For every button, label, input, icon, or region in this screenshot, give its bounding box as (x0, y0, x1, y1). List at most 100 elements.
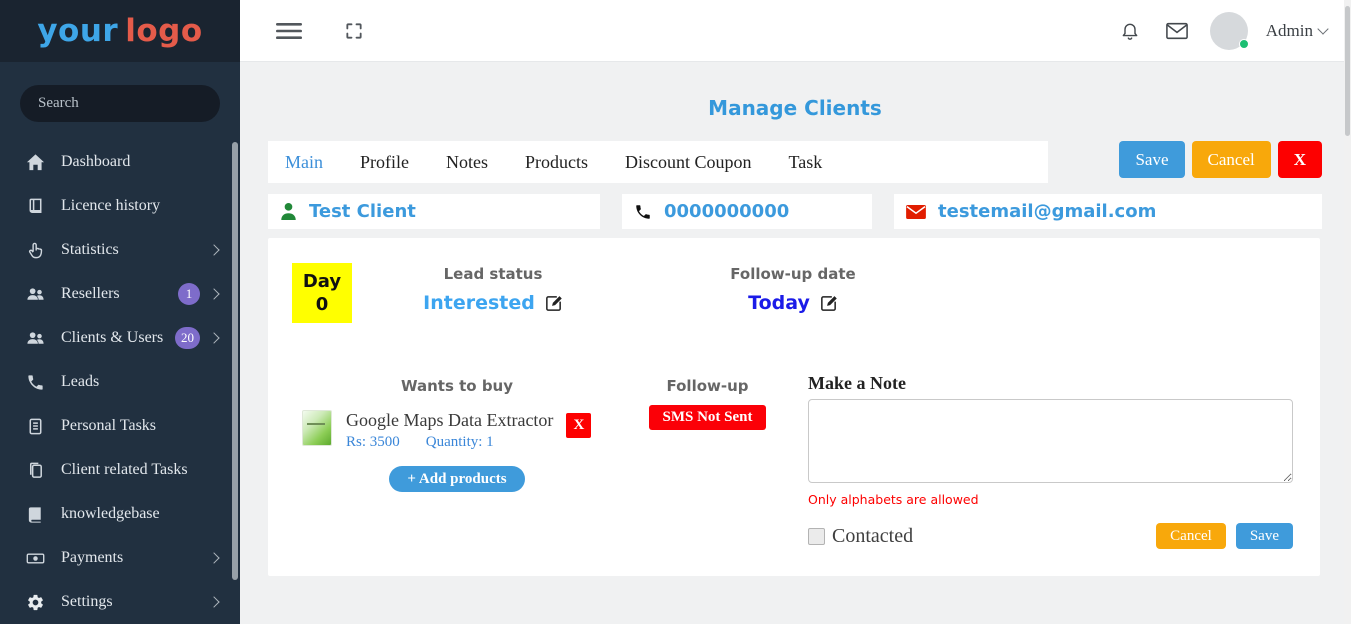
note-save-button[interactable]: Save (1236, 523, 1293, 549)
add-products-button[interactable]: + Add products (389, 466, 524, 492)
sidebar-item-payments[interactable]: Payments (0, 536, 240, 580)
product-price: Rs: 3500 (346, 434, 400, 451)
product-thumbnail (302, 410, 332, 446)
lead-status-section: Lead status Interested (358, 265, 628, 314)
admin-username: Admin (1266, 21, 1313, 41)
sidebar-item-personal-tasks[interactable]: Personal Tasks (0, 404, 240, 448)
client-email-box: testemail@gmail.com (894, 194, 1322, 229)
remove-product-button[interactable]: X (566, 413, 591, 438)
online-status-dot (1239, 39, 1249, 49)
book-icon (24, 195, 46, 217)
tab-main[interactable]: Main (285, 152, 323, 173)
main-area: Admin Manage Clients Main Profile Notes … (240, 0, 1351, 624)
note-textarea[interactable] (808, 399, 1293, 483)
sidebar-item-clients-users[interactable]: Clients & Users 20 (0, 316, 240, 360)
sidebar-item-label: Leads (61, 373, 99, 391)
notifications-bell-icon[interactable] (1116, 16, 1144, 46)
resellers-count-badge: 1 (178, 283, 200, 305)
sidebar-item-label: Statistics (61, 241, 119, 259)
note-title: Make a Note (808, 373, 1293, 394)
chevron-right-icon (208, 332, 219, 343)
home-icon (24, 151, 46, 173)
edit-followup-date-icon[interactable] (819, 294, 838, 313)
tab-task[interactable]: Task (789, 152, 823, 173)
wants-to-buy-label: Wants to buy (292, 377, 622, 395)
note-cancel-button[interactable]: Cancel (1156, 523, 1226, 549)
phone-icon (24, 371, 46, 393)
sidebar-item-client-related-tasks[interactable]: Client related Tasks (0, 448, 240, 492)
users-icon (24, 327, 46, 349)
sidebar-item-leads[interactable]: Leads (0, 360, 240, 404)
document-icon (24, 415, 46, 437)
client-email: testemail@gmail.com (938, 201, 1156, 222)
followup-date-section: Follow-up date Today (658, 265, 928, 314)
day-value: 0 (316, 293, 329, 316)
logo-logo: logo (125, 13, 202, 49)
chevron-right-icon (208, 288, 219, 299)
hand-pointer-icon (24, 239, 46, 261)
tab-discount-coupon[interactable]: Discount Coupon (625, 152, 752, 173)
hamburger-menu-icon[interactable] (272, 18, 306, 44)
product-name: Google Maps Data Extractor (346, 410, 553, 431)
sidebar-nav: Dashboard Licence history Statistics (0, 140, 240, 624)
client-name: Test Client (309, 201, 416, 222)
sidebar-item-label: Dashboard (61, 153, 130, 171)
sidebar-item-licence-history[interactable]: Licence history (0, 184, 240, 228)
page-scrollbar-thumb[interactable] (1345, 6, 1350, 136)
page-title: Manage Clients (268, 96, 1322, 120)
note-validation-hint: Only alphabets are allowed (808, 492, 1293, 507)
content-area: Manage Clients Main Profile Notes Produc… (240, 62, 1351, 624)
contacted-checkbox[interactable] (808, 528, 825, 545)
followup-label: Follow-up (630, 377, 785, 395)
client-info-row: Test Client 0000000000 testemail@gmail.c… (268, 194, 1322, 229)
followup-date-value: Today (748, 292, 810, 314)
lead-status-label: Lead status (358, 265, 628, 283)
copy-icon (24, 459, 46, 481)
clients-count-badge: 20 (175, 327, 200, 349)
save-button[interactable]: Save (1119, 141, 1184, 178)
product-row: Google Maps Data Extractor Rs: 3500 Quan… (292, 410, 622, 451)
search-input[interactable] (20, 85, 220, 122)
tab-notes[interactable]: Notes (446, 152, 488, 173)
sidebar-scrollbar[interactable] (232, 142, 238, 580)
sidebar-item-settings[interactable]: Settings (0, 580, 240, 624)
sidebar-item-dashboard[interactable]: Dashboard (0, 140, 240, 184)
day-counter-badge: Day 0 (292, 263, 352, 323)
fullscreen-icon[interactable] (340, 17, 368, 45)
phone-icon (634, 203, 652, 221)
logo[interactable]: your logo (0, 0, 240, 62)
book-closed-icon (24, 503, 46, 525)
admin-dropdown[interactable]: Admin (1266, 21, 1327, 41)
tab-profile[interactable]: Profile (360, 152, 409, 173)
wants-to-buy-section: Wants to buy Google Maps Data Extractor … (292, 377, 622, 492)
sidebar-item-resellers[interactable]: Resellers 1 (0, 272, 240, 316)
logo-your: your (37, 13, 118, 49)
sidebar-item-label: Settings (61, 593, 113, 611)
app-root: your logo Dashboard Licence history (0, 0, 1351, 624)
email-envelope-icon (906, 205, 926, 219)
cancel-button[interactable]: Cancel (1192, 141, 1271, 178)
gear-icon (24, 591, 46, 613)
sidebar-item-label: Resellers (61, 285, 120, 303)
product-quantity: Quantity: 1 (426, 434, 494, 451)
contacted-label: Contacted (832, 525, 913, 548)
edit-lead-status-icon[interactable] (544, 294, 563, 313)
client-phone: 0000000000 (664, 201, 789, 222)
person-icon (280, 202, 297, 221)
sidebar-item-label: Licence history (61, 197, 160, 215)
messages-envelope-icon[interactable] (1162, 18, 1192, 44)
avatar[interactable] (1210, 12, 1248, 50)
page-scrollbar[interactable] (1344, 0, 1351, 624)
contacted-checkbox-group: Contacted (808, 525, 913, 548)
sidebar-item-label: Payments (61, 549, 123, 567)
chevron-right-icon (208, 596, 219, 607)
sidebar-item-knowledgebase[interactable]: knowledgebase (0, 492, 240, 536)
followup-card: Day 0 Lead status Interested Follow-up d… (268, 238, 1320, 576)
users-icon (24, 283, 46, 305)
sidebar-item-statistics[interactable]: Statistics (0, 228, 240, 272)
followup-section: Follow-up SMS Not Sent (630, 377, 785, 430)
close-button[interactable]: X (1278, 141, 1322, 178)
sidebar-item-label: Client related Tasks (61, 461, 188, 479)
sms-status-badge[interactable]: SMS Not Sent (649, 405, 765, 430)
tab-products[interactable]: Products (525, 152, 588, 173)
